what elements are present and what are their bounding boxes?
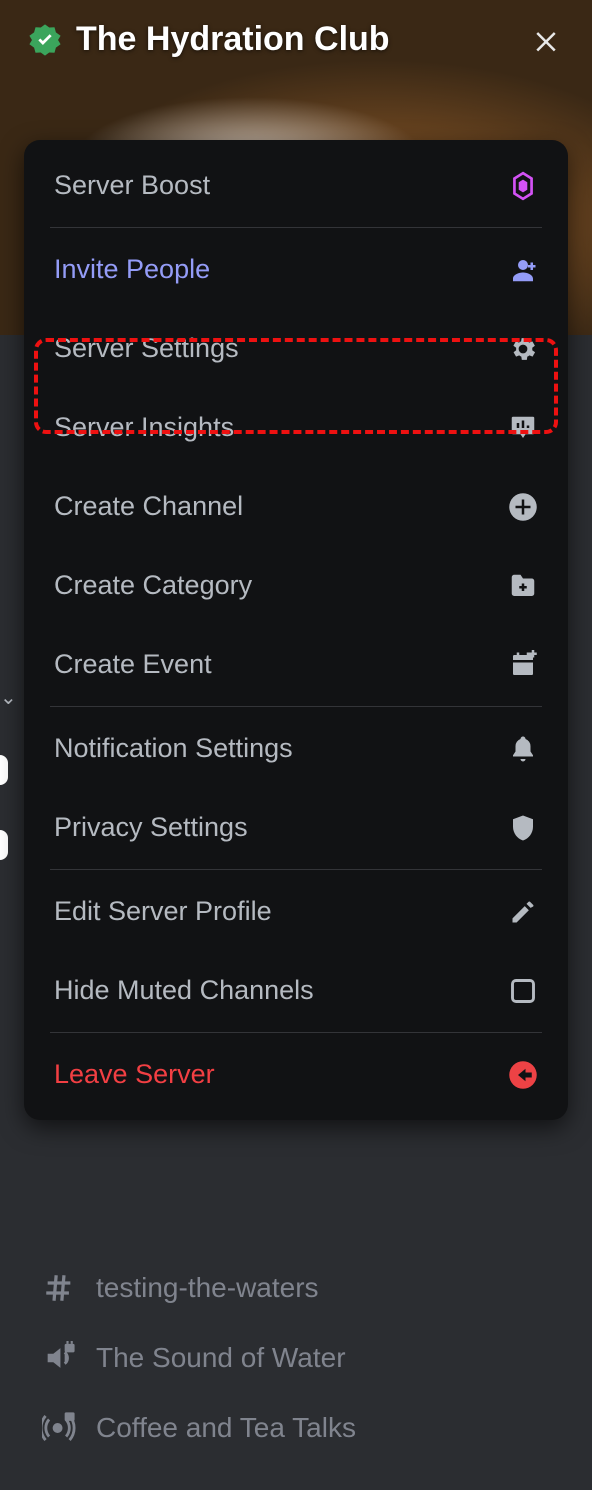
- channel-list: testing-the-waters The Sound of Water Co…: [30, 1253, 562, 1463]
- unread-indicator: [0, 755, 8, 785]
- menu-item-label: Create Event: [54, 649, 212, 680]
- menu-divider: [50, 1032, 542, 1033]
- text-channel-item[interactable]: testing-the-waters: [30, 1253, 562, 1323]
- channel-name: Coffee and Tea Talks: [96, 1412, 356, 1444]
- notification-settings-menu-item[interactable]: Notification Settings: [24, 709, 568, 788]
- hide-muted-channels-menu-item[interactable]: Hide Muted Channels: [24, 951, 568, 1030]
- menu-item-label: Server Boost: [54, 170, 210, 201]
- stage-channel-item[interactable]: Coffee and Tea Talks: [30, 1393, 562, 1463]
- menu-item-label: Create Category: [54, 570, 252, 601]
- server-insights-menu-item[interactable]: Server Insights: [24, 388, 568, 467]
- menu-item-label: Edit Server Profile: [54, 896, 272, 927]
- plus-circle-icon: [508, 492, 538, 522]
- close-icon[interactable]: [528, 22, 564, 58]
- stage-locked-icon: [40, 1409, 78, 1447]
- bell-icon: [508, 734, 538, 764]
- create-channel-menu-item[interactable]: Create Channel: [24, 467, 568, 546]
- menu-item-label: Leave Server: [54, 1059, 215, 1090]
- folder-plus-icon: [508, 571, 538, 601]
- server-context-menu: Server Boost Invite People Server Settin…: [24, 140, 568, 1120]
- menu-item-label: Privacy Settings: [54, 812, 248, 843]
- checkbox-unchecked-icon: [508, 976, 538, 1006]
- unread-indicator: [0, 830, 8, 860]
- channel-name: testing-the-waters: [96, 1272, 319, 1304]
- leave-icon: [508, 1060, 538, 1090]
- menu-item-label: Server Settings: [54, 333, 239, 364]
- server-header: The Hydration Club: [0, 20, 592, 59]
- create-event-menu-item[interactable]: Create Event: [24, 625, 568, 704]
- menu-item-label: Invite People: [54, 254, 210, 285]
- insights-icon: [508, 413, 538, 443]
- server-title: The Hydration Club: [76, 20, 528, 59]
- menu-item-label: Server Insights: [54, 412, 234, 443]
- edit-server-profile-menu-item[interactable]: Edit Server Profile: [24, 872, 568, 951]
- invite-people-menu-item[interactable]: Invite People: [24, 230, 568, 309]
- boost-icon: [508, 171, 538, 201]
- menu-divider: [50, 706, 542, 707]
- gear-icon: [508, 334, 538, 364]
- shield-icon: [508, 813, 538, 843]
- chevron-down-icon[interactable]: ⌄: [0, 685, 17, 710]
- channel-name: The Sound of Water: [96, 1342, 346, 1374]
- menu-divider: [50, 869, 542, 870]
- verified-badge-icon: [28, 23, 62, 57]
- server-settings-menu-item[interactable]: Server Settings: [24, 309, 568, 388]
- pencil-icon: [508, 897, 538, 927]
- calendar-plus-icon: [508, 650, 538, 680]
- server-boost-menu-item[interactable]: Server Boost: [24, 146, 568, 225]
- menu-item-label: Notification Settings: [54, 733, 293, 764]
- create-category-menu-item[interactable]: Create Category: [24, 546, 568, 625]
- menu-item-label: Hide Muted Channels: [54, 975, 314, 1006]
- menu-item-label: Create Channel: [54, 491, 243, 522]
- menu-divider: [50, 227, 542, 228]
- leave-server-menu-item[interactable]: Leave Server: [24, 1035, 568, 1114]
- voice-channel-item[interactable]: The Sound of Water: [30, 1323, 562, 1393]
- speaker-locked-icon: [40, 1339, 78, 1377]
- privacy-settings-menu-item[interactable]: Privacy Settings: [24, 788, 568, 867]
- add-user-icon: [508, 255, 538, 285]
- hash-icon: [40, 1269, 78, 1307]
